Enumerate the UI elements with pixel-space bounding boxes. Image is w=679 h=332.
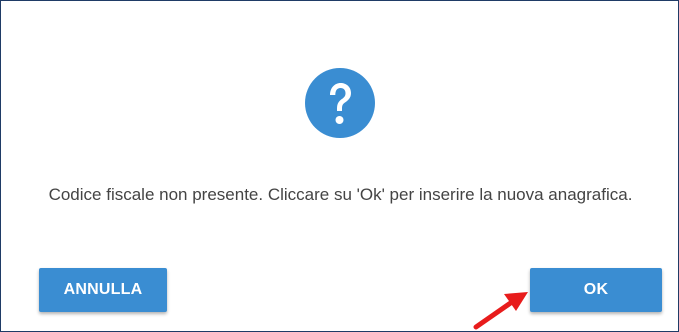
- red-pointer-arrow-icon: [473, 292, 528, 330]
- dialog-message: Codice fiscale non presente. Cliccare su…: [48, 185, 633, 204]
- cancel-button[interactable]: ANNULLA: [39, 268, 167, 312]
- confirm-dialog: Codice fiscale non presente. Cliccare su…: [0, 0, 679, 332]
- question-mark-icon: [305, 68, 375, 138]
- ok-button[interactable]: OK: [530, 268, 662, 312]
